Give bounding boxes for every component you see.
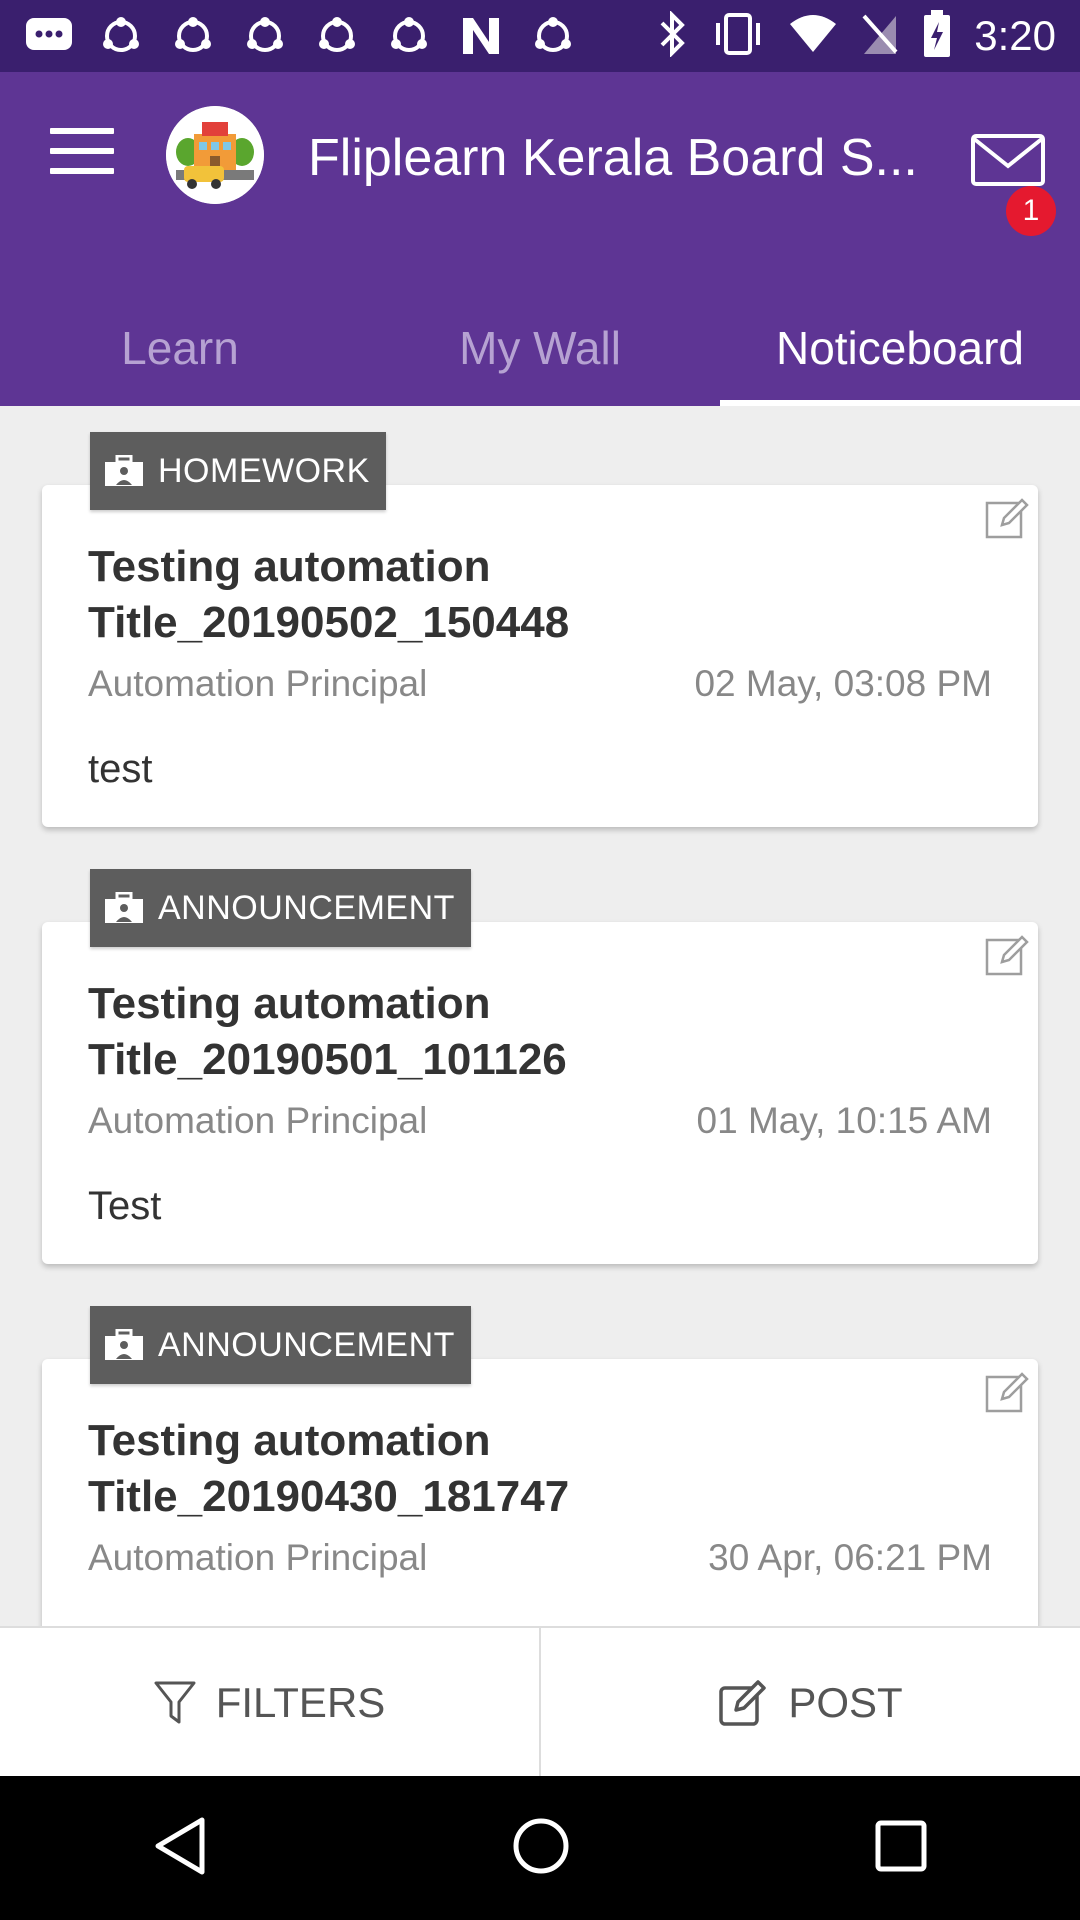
home-icon[interactable] [511, 1816, 571, 1881]
recents-icon[interactable] [874, 1819, 928, 1878]
filters-label: FILTERS [215, 1679, 386, 1726]
notification-icons [24, 12, 578, 60]
battery-charging-icon [922, 9, 952, 63]
sync-icon [528, 12, 578, 60]
tab-my-wall[interactable]: My Wall [360, 290, 720, 406]
system-navigation-bar [0, 1776, 1080, 1920]
edit-icon[interactable] [984, 495, 1030, 541]
sync-icon [96, 12, 146, 60]
briefcase-icon [105, 892, 143, 923]
notice-title: Testing automation Title_20190501_101126 [88, 979, 567, 1084]
messages-button[interactable] [970, 128, 1048, 188]
vibrate-icon [710, 11, 766, 62]
notice-date: 30 Apr, 06:21 PM [708, 1537, 992, 1578]
notice-card[interactable]: Testing automation Title_20190430_181747… [42, 1359, 1038, 1626]
bottom-action-bar: FILTERS POST [0, 1626, 1080, 1778]
compose-icon [719, 1680, 767, 1726]
notice-type-label: ANNOUNCEMENT [158, 1325, 455, 1364]
sync-icon [312, 12, 362, 60]
notice-body: Test [88, 1184, 162, 1228]
mail-icon [971, 134, 1045, 186]
tab-noticeboard[interactable]: Noticeboard [720, 290, 1080, 406]
notice-author: Automation Principal [88, 663, 428, 704]
sync-icon [240, 12, 290, 60]
post-label: POST [788, 1679, 903, 1726]
unread-badge: 1 [1006, 186, 1056, 236]
notice-type-label: HOMEWORK [158, 451, 370, 490]
edit-icon[interactable] [984, 932, 1030, 978]
clock: 3:20 [974, 12, 1056, 59]
notice-author: Automation Principal [88, 1100, 428, 1141]
filters-button[interactable]: FILTERS [0, 1628, 539, 1778]
app-title: Fliplearn Kerala Board S... [308, 129, 918, 187]
tab-learn[interactable]: Learn [0, 290, 360, 406]
notice-title: Testing automation Title_20190502_150448 [88, 542, 570, 647]
post-button[interactable]: POST [541, 1628, 1080, 1778]
notice-type-tag: HOMEWORK [90, 432, 386, 510]
chat-icon [24, 12, 74, 60]
notice-type-label: ANNOUNCEMENT [158, 888, 455, 927]
notice-card[interactable]: Testing automation Title_20190501_101126… [42, 922, 1038, 1264]
briefcase-icon [105, 455, 143, 486]
edit-icon[interactable] [984, 1369, 1030, 1415]
n-logo-icon [456, 12, 506, 60]
notice-card[interactable]: Testing automation Title_20190502_150448… [42, 485, 1038, 827]
notice-feed[interactable]: Testing automation Title_20190502_150448… [0, 406, 1080, 1626]
menu-icon [50, 128, 114, 134]
status-bar: 3:20 [0, 0, 1080, 72]
menu-button[interactable] [50, 128, 114, 178]
bluetooth-icon [658, 9, 688, 62]
notice-date: 02 May, 03:08 PM [694, 663, 992, 704]
school-logo[interactable] [166, 106, 264, 204]
notice-title: Testing automation Title_20190430_181747 [88, 1416, 570, 1521]
briefcase-icon [105, 1329, 143, 1360]
sync-icon [384, 12, 434, 60]
app-bar: Fliplearn Kerala Board S... 1 Learn My W… [0, 72, 1080, 406]
notice-type-tag: ANNOUNCEMENT [90, 1306, 471, 1384]
filter-icon [154, 1681, 196, 1724]
back-icon[interactable] [152, 1816, 208, 1881]
sync-icon [168, 12, 218, 60]
notice-date: 01 May, 10:15 AM [696, 1100, 992, 1141]
notice-type-tag: ANNOUNCEMENT [90, 869, 471, 947]
notice-author: Automation Principal [88, 1537, 428, 1578]
notice-body: test [88, 747, 153, 791]
tab-bar: Learn My Wall Noticeboard [0, 290, 1080, 406]
wifi-icon [788, 14, 838, 59]
no-sim-icon [860, 12, 900, 61]
